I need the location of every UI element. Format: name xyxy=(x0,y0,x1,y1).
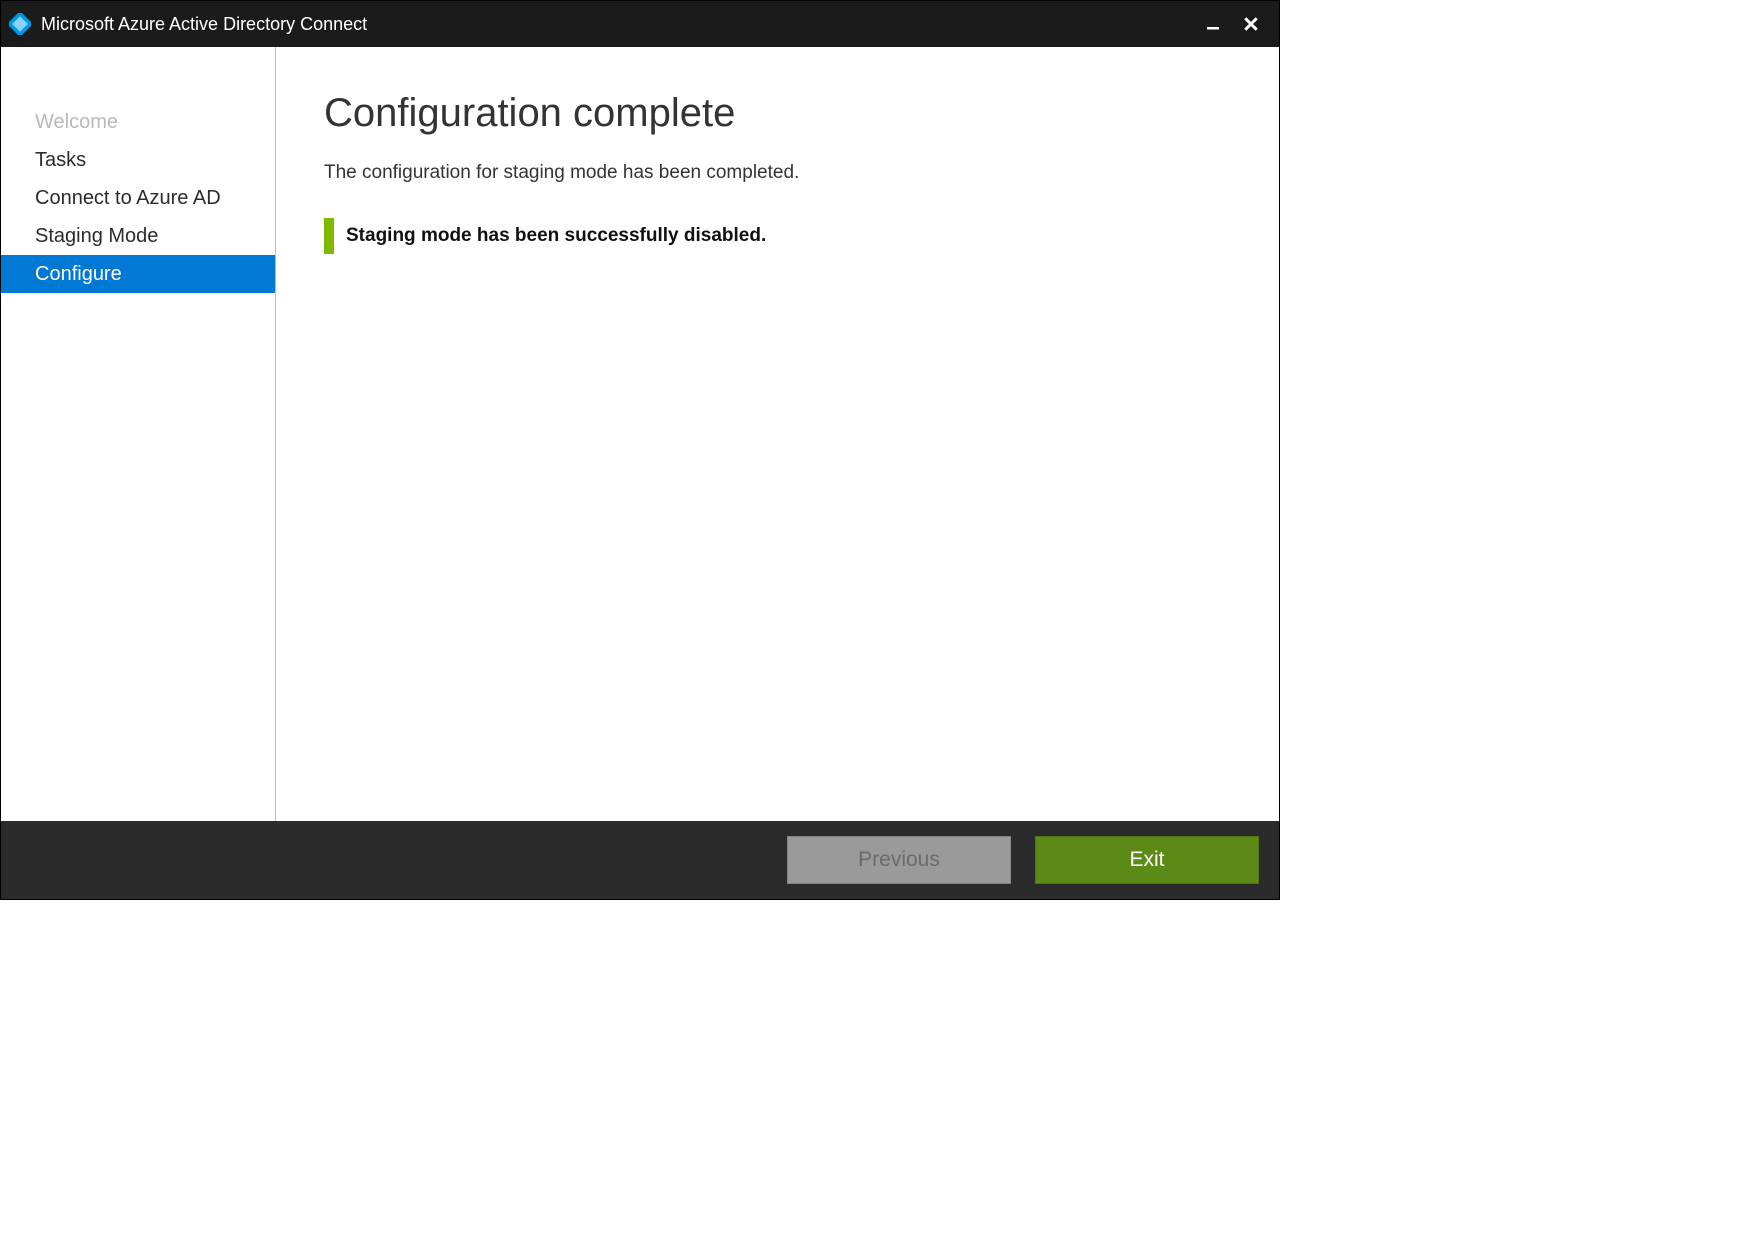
window-title: Microsoft Azure Active Directory Connect xyxy=(41,14,367,35)
close-button[interactable] xyxy=(1237,10,1265,38)
previous-button: Previous xyxy=(787,836,1011,884)
page-subtitle: The configuration for staging mode has b… xyxy=(324,162,1231,184)
exit-button-label: Exit xyxy=(1129,848,1164,872)
page-heading: Configuration complete xyxy=(324,91,1231,136)
window-body: Welcome Tasks Connect to Azure AD Stagin… xyxy=(1,47,1279,821)
sidebar-item-configure[interactable]: Configure xyxy=(1,255,275,293)
status-message: Staging mode has been successfully disab… xyxy=(346,225,766,247)
status-success-bar-icon xyxy=(324,218,334,254)
sidebar-item-tasks[interactable]: Tasks xyxy=(1,141,275,179)
exit-button[interactable]: Exit xyxy=(1035,836,1259,884)
main-content: Configuration complete The configuration… xyxy=(276,47,1279,821)
titlebar: Microsoft Azure Active Directory Connect xyxy=(1,1,1279,47)
sidebar-item-welcome: Welcome xyxy=(1,103,275,141)
sidebar: Welcome Tasks Connect to Azure AD Stagin… xyxy=(1,47,276,821)
sidebar-item-label: Tasks xyxy=(35,149,86,172)
sidebar-item-label: Connect to Azure AD xyxy=(35,187,221,210)
footer: Previous Exit xyxy=(1,821,1279,899)
sidebar-item-label: Welcome xyxy=(35,111,118,134)
sidebar-item-label: Staging Mode xyxy=(35,225,158,248)
sidebar-item-connect-to-azure-ad[interactable]: Connect to Azure AD xyxy=(1,179,275,217)
azure-ad-connect-icon xyxy=(9,13,31,35)
minimize-button[interactable] xyxy=(1199,10,1227,38)
sidebar-item-label: Configure xyxy=(35,263,122,286)
previous-button-label: Previous xyxy=(858,848,940,872)
status-row: Staging mode has been successfully disab… xyxy=(324,218,1231,254)
sidebar-item-staging-mode[interactable]: Staging Mode xyxy=(1,217,275,255)
